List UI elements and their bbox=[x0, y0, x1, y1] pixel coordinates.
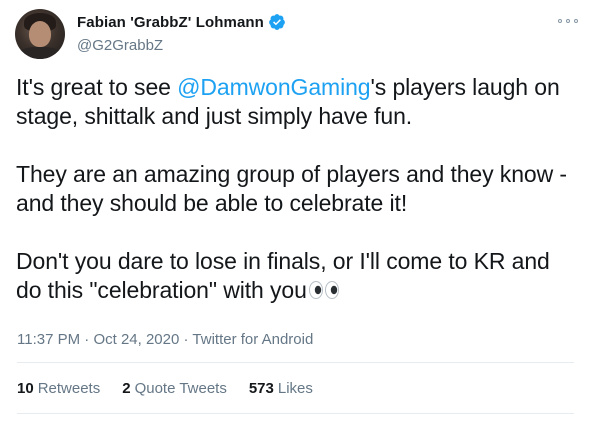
retweets-count: 10 bbox=[17, 380, 34, 397]
tweet-text-segment: Don't you dare to lose in finals, or I'l… bbox=[16, 248, 550, 303]
tweet-text-segment: It's great to see bbox=[16, 74, 178, 100]
mention-link[interactable]: @DamwonGaming bbox=[177, 74, 370, 100]
eyes-emoji bbox=[308, 281, 339, 299]
divider bbox=[17, 413, 574, 414]
quote-tweets-stat[interactable]: 2 Quote Tweets bbox=[122, 380, 227, 397]
verified-badge-icon bbox=[269, 14, 285, 30]
author-display-name[interactable]: Fabian 'GrabbZ' Lohmann bbox=[77, 14, 264, 31]
retweets-label: Retweets bbox=[37, 380, 101, 397]
author-name-row: Fabian 'GrabbZ' Lohmann bbox=[77, 13, 286, 31]
divider bbox=[17, 362, 574, 363]
tweet-paragraph: Don't you dare to lose in finals, or I'l… bbox=[16, 247, 581, 305]
tweet-paragraph: They are an amazing group of players and… bbox=[16, 161, 567, 216]
tweet-paragraph: It's great to see @DamwonGaming's player… bbox=[16, 73, 581, 131]
retweets-stat[interactable]: 10 Retweets bbox=[17, 380, 100, 397]
tweet-text: It's great to see @DamwonGaming's player… bbox=[16, 73, 581, 305]
avatar[interactable] bbox=[15, 9, 65, 59]
tweet-time[interactable]: 11:37 PM bbox=[17, 331, 80, 348]
quote-tweets-count: 2 bbox=[122, 380, 131, 397]
likes-label: Likes bbox=[277, 380, 313, 397]
likes-count: 573 bbox=[248, 380, 274, 397]
tweet-meta: 11:37 PM · Oct 24, 2020 · Twitter for An… bbox=[17, 331, 313, 348]
avatar-body bbox=[17, 47, 63, 59]
tweet-source[interactable]: Twitter for Android bbox=[192, 331, 313, 348]
more-options-icon[interactable] bbox=[558, 14, 578, 28]
tweet-date[interactable]: Oct 24, 2020 bbox=[93, 331, 179, 348]
author-handle[interactable]: @G2GrabbZ bbox=[77, 37, 163, 54]
likes-stat[interactable]: 573 Likes bbox=[249, 380, 313, 397]
meta-separator: · bbox=[179, 331, 193, 348]
meta-separator: · bbox=[80, 331, 94, 348]
avatar-face bbox=[29, 21, 51, 47]
quote-tweets-label: Quote Tweets bbox=[134, 380, 227, 397]
tweet-card: Fabian 'GrabbZ' Lohmann @G2GrabbZ It's g… bbox=[0, 0, 591, 423]
tweet-stats: 10 Retweets 2 Quote Tweets 573 Likes bbox=[17, 380, 313, 397]
